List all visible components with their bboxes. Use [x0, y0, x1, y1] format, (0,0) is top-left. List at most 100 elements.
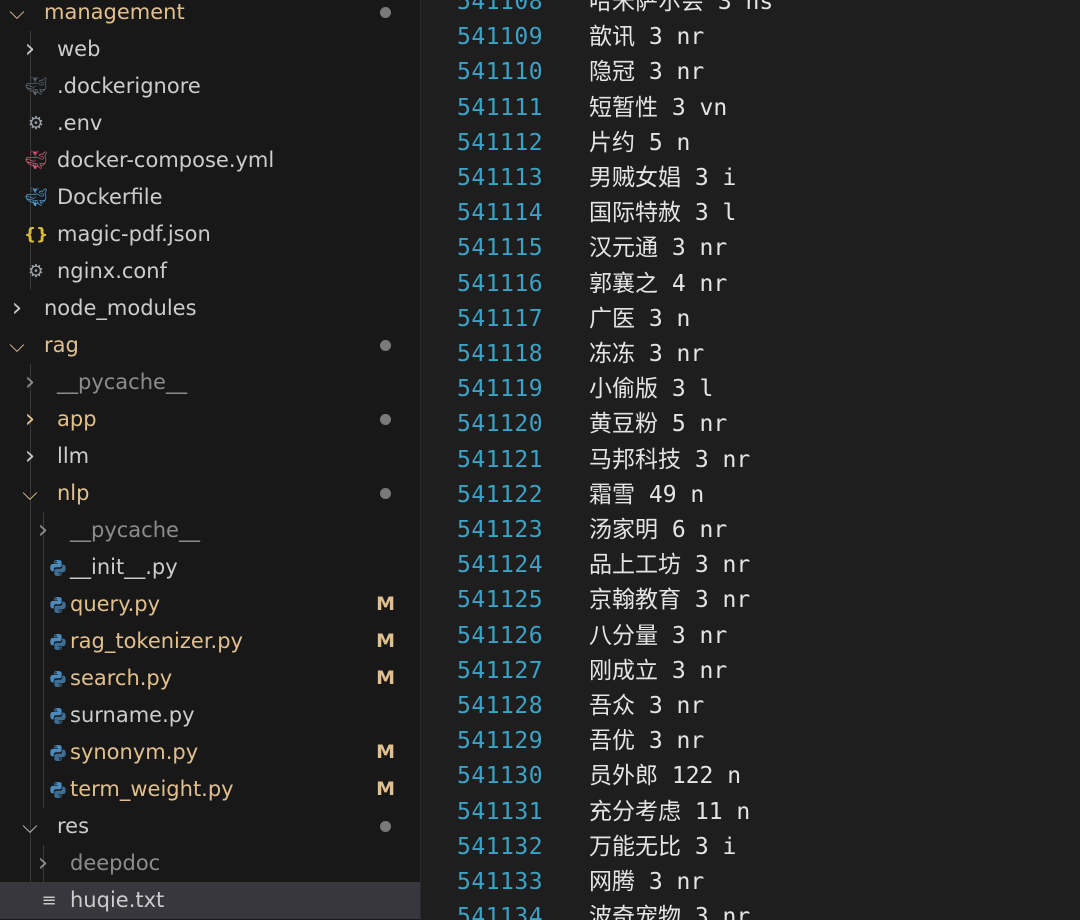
editor-line[interactable]: 541120黄豆粉 5 nr	[421, 407, 1080, 442]
editor-line[interactable]: 541125京翰教育 3 nr	[421, 583, 1080, 618]
explorer-file-init-py[interactable]: __init__.py	[0, 549, 421, 586]
line-text: 网腾 3 nr	[589, 865, 704, 900]
modified-dot-icon	[380, 7, 391, 18]
editor-line[interactable]: 541108哈米萨尔会 3 ns	[421, 0, 1080, 20]
editor-line[interactable]: 541119小偷版 3 l	[421, 372, 1080, 407]
line-text: 马邦科技 3 nr	[589, 443, 750, 478]
editor-line[interactable]: 541118冻冻 3 nr	[421, 337, 1080, 372]
json-braces-icon: {}	[24, 216, 48, 254]
explorer-file-docker-compose-yml[interactable]: 🐳︎docker-compose.yml	[0, 142, 421, 179]
editor-line[interactable]: 541131充分考虑 11 n	[421, 795, 1080, 830]
line-text: 汤家明 6 nr	[589, 513, 727, 548]
explorer-folder-node-modules[interactable]: › node_modules	[0, 290, 421, 327]
editor-line[interactable]: 541129吾优 3 nr	[421, 724, 1080, 759]
explorer-folder-res[interactable]: ⌵ res	[0, 808, 421, 845]
editor-line[interactable]: 541134波奇宠物 3 nr	[421, 900, 1080, 920]
explorer-file-dockerfile[interactable]: 🐳︎Dockerfile	[0, 179, 421, 216]
explorer-folder-management[interactable]: ⌵ management	[0, 0, 421, 31]
explorer-item-label: term_weight.py	[70, 771, 234, 808]
chevron-down-icon[interactable]: ⌵	[6, 327, 28, 364]
editor-line[interactable]: 541127刚成立 3 nr	[421, 654, 1080, 689]
editor-pane: 541108哈米萨尔会 3 ns541109歆讯 3 nr541110隐冠 3 …	[421, 0, 1080, 920]
editor-line[interactable]: 541124品上工坊 3 nr	[421, 548, 1080, 583]
editor-line[interactable]: 541111短暂性 3 vn	[421, 91, 1080, 126]
explorer-item-label: .env	[57, 105, 102, 142]
chevron-down-icon[interactable]: ⌵	[19, 475, 41, 512]
chevron-right-icon[interactable]: ›	[19, 401, 41, 438]
editor-line[interactable]: 541109歆讯 3 nr	[421, 20, 1080, 55]
chevron-right-icon[interactable]: ›	[6, 290, 28, 327]
explorer-file-magic-pdf-json[interactable]: {}magic-pdf.json	[0, 216, 421, 253]
line-text: 黄豆粉 5 nr	[589, 407, 727, 442]
line-text: 万能无比 3 i	[589, 830, 736, 865]
line-text: 冻冻 3 nr	[589, 337, 704, 372]
explorer-file-nginx-conf[interactable]: ⚙nginx.conf	[0, 253, 421, 290]
explorer-item-label: huqie.txt	[70, 882, 164, 919]
explorer-folder-pycache[interactable]: › __pycache__	[0, 364, 421, 401]
editor-line[interactable]: 541121马邦科技 3 nr	[421, 443, 1080, 478]
chevron-right-icon[interactable]: ›	[32, 845, 54, 882]
editor-line[interactable]: 541128吾众 3 nr	[421, 689, 1080, 724]
explorer-file-term-weight-py[interactable]: term_weight.py M	[0, 771, 421, 808]
explorer-file-search-py[interactable]: search.pyM	[0, 660, 421, 697]
explorer-file-synonym-py[interactable]: synonym.pyM	[0, 734, 421, 771]
explorer-item-label: search.py	[70, 660, 172, 697]
explorer-file-huqie-txt[interactable]: ≡huqie.txt	[0, 882, 421, 919]
editor-line[interactable]: 541114国际特赦 3 l	[421, 196, 1080, 231]
editor-line[interactable]: 541132万能无比 3 i	[421, 830, 1080, 865]
editor-line[interactable]: 541115汉元通 3 nr	[421, 231, 1080, 266]
editor-line[interactable]: 541123汤家明 6 nr	[421, 513, 1080, 548]
editor-line[interactable]: 541122霜雪 49 n	[421, 478, 1080, 513]
chevron-right-icon[interactable]: ›	[19, 364, 41, 401]
explorer-item-label: magic-pdf.json	[57, 216, 211, 253]
explorer-item-label: docker-compose.yml	[57, 142, 274, 179]
explorer-folder-web[interactable]: › web	[0, 31, 421, 68]
explorer-item-label: llm	[57, 438, 89, 475]
editor-line[interactable]: 541110隐冠 3 nr	[421, 55, 1080, 90]
explorer-item-label: web	[57, 31, 100, 68]
editor-line[interactable]: 541130员外郎 122 n	[421, 759, 1080, 794]
explorer-folder-nlp[interactable]: ⌵nlp	[0, 475, 421, 512]
explorer-file-surname-py[interactable]: surname.py	[0, 697, 421, 734]
explorer-folder-rag[interactable]: ⌵rag	[0, 327, 421, 364]
docker-icon: 🐳︎	[24, 179, 48, 216]
editor-line[interactable]: 541116郭襄之 4 nr	[421, 267, 1080, 302]
explorer-file-dockerignore[interactable]: 🐳︎.dockerignore	[0, 68, 421, 105]
line-number: 541114	[457, 196, 543, 231]
editor-line[interactable]: 541126八分量 3 nr	[421, 619, 1080, 654]
explorer-file-query-py[interactable]: query.pyM	[0, 586, 421, 623]
explorer-folder-pycache[interactable]: ›__pycache__	[0, 512, 421, 549]
line-number: 541112	[457, 126, 543, 161]
line-number: 541108	[457, 0, 543, 20]
line-number: 541119	[457, 372, 543, 407]
explorer-folder-llm[interactable]: › llm	[0, 438, 421, 475]
explorer-sidebar: ⌵management›web🐳︎.dockerignore⚙.env🐳︎doc…	[0, 0, 421, 920]
chevron-down-icon[interactable]: ⌵	[6, 0, 28, 31]
chevron-right-icon[interactable]: ›	[19, 31, 41, 68]
line-text: 八分量 3 nr	[589, 619, 727, 654]
text-lines-icon: ≡	[37, 882, 61, 919]
explorer-item-label: __pycache__	[57, 364, 187, 401]
editor-line[interactable]: 541112片约 5 n	[421, 126, 1080, 161]
git-status-badge: M	[376, 771, 395, 808]
explorer-item-label: synonym.py	[70, 734, 198, 771]
explorer-file-rag-tokenizer-py[interactable]: rag_tokenizer.pyM	[0, 623, 421, 660]
explorer-folder-app[interactable]: › app	[0, 401, 421, 438]
editor-line[interactable]: 541113男贼女娼 3 i	[421, 161, 1080, 196]
editor-line[interactable]: 541117广医 3 n	[421, 302, 1080, 337]
gear-icon: ⚙	[24, 253, 48, 290]
explorer-item-label: app	[57, 401, 97, 438]
explorer-file-env[interactable]: ⚙.env	[0, 105, 421, 142]
line-text: 品上工坊 3 nr	[589, 548, 750, 583]
chevron-down-icon[interactable]: ⌵	[19, 808, 41, 845]
docker-ignore-icon: 🐳︎	[24, 68, 48, 105]
explorer-item-label: Dockerfile	[57, 179, 163, 216]
chevron-right-icon[interactable]: ›	[19, 438, 41, 475]
explorer-item-label: management	[44, 0, 185, 31]
explorer-item-label: res	[57, 808, 89, 845]
editor-line[interactable]: 541133 网腾 3 nr	[421, 865, 1080, 900]
explorer-item-label: node_modules	[44, 290, 197, 327]
line-number: 541133	[457, 865, 543, 900]
explorer-folder-deepdoc[interactable]: ›deepdoc	[0, 845, 421, 882]
chevron-right-icon[interactable]: ›	[32, 512, 54, 549]
